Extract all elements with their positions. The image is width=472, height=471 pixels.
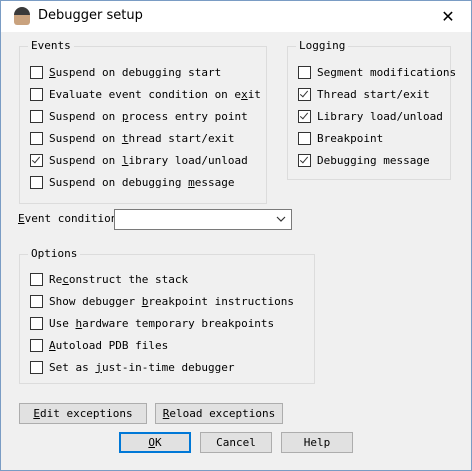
window-title: Debugger setup <box>38 8 143 23</box>
event-condition-label: Event condition <box>18 212 118 225</box>
option-autoload-pdb[interactable]: Autoload PDB files <box>30 338 168 352</box>
button-label: Cancel <box>216 436 256 449</box>
checkbox-label: Use hardware temporary breakpoints <box>49 316 275 330</box>
checkbox-label: Breakpoint <box>317 131 384 145</box>
checkbox-label: Show debugger breakpoint instructions <box>49 294 295 308</box>
log-segment-modifications[interactable]: Segment modifications <box>298 65 456 79</box>
checkbox-label: Reconstruct the stack <box>49 272 189 286</box>
button-label: Reload exceptions <box>162 407 276 420</box>
checkbox-label: Set as just-in-time debugger <box>49 360 235 374</box>
checkbox[interactable] <box>298 87 311 101</box>
help-button[interactable]: Help <box>281 432 353 453</box>
option-hardware-breakpoints[interactable]: Use hardware temporary breakpoints <box>30 316 274 330</box>
button-label: Edit exceptions <box>33 407 133 420</box>
checkbox-label: Suspend on debugging start <box>49 65 222 79</box>
events-group: Events Suspend on debugging start Evalua… <box>19 39 267 204</box>
logging-group: Logging Segment modifications Thread sta… <box>287 39 456 180</box>
option-jit-debugger[interactable]: Set as just-in-time debugger <box>30 360 234 374</box>
checkbox[interactable] <box>298 109 311 123</box>
chevron-down-icon <box>276 216 286 222</box>
checkbox[interactable] <box>30 272 43 286</box>
reload-exceptions-button[interactable]: Reload exceptions <box>155 403 283 424</box>
checkbox-label: Evaluate event condition on exit <box>49 87 261 101</box>
options-group: Options Reconstruct the stack Show debug… <box>19 247 315 384</box>
checkbox[interactable] <box>30 360 43 374</box>
checkbox-label: Thread start/exit <box>317 87 430 101</box>
event-condition-dropdown[interactable] <box>114 209 292 230</box>
checkbox[interactable] <box>30 153 43 167</box>
checkbox[interactable] <box>298 131 311 145</box>
checkbox-label: Suspend on process entry point <box>49 109 248 123</box>
event-suspend-on-library-load[interactable]: Suspend on library load/unload <box>30 153 248 167</box>
checkbox-label: Autoload PDB files <box>49 338 169 352</box>
checkbox[interactable] <box>30 175 43 189</box>
checkbox-label: Suspend on debugging message <box>49 175 235 189</box>
ok-button[interactable]: OK <box>119 432 191 453</box>
event-suspend-on-process-entry[interactable]: Suspend on process entry point <box>30 109 248 123</box>
checkbox[interactable] <box>30 294 43 308</box>
event-suspend-on-debugging-message[interactable]: Suspend on debugging message <box>30 175 234 189</box>
edit-exceptions-button[interactable]: Edit exceptions <box>19 403 147 424</box>
event-suspend-on-debugging-start[interactable]: Suspend on debugging start <box>30 65 221 79</box>
log-library-load-unload[interactable]: Library load/unload <box>298 109 443 123</box>
options-legend: Options <box>28 247 81 261</box>
title-bar: Debugger setup ✕ <box>1 1 471 32</box>
checkbox[interactable] <box>298 65 311 79</box>
log-breakpoint[interactable]: Breakpoint <box>298 131 383 145</box>
option-show-breakpoint-instructions[interactable]: Show debugger breakpoint instructions <box>30 294 294 308</box>
checkbox-label: Suspend on thread start/exit <box>49 131 235 145</box>
button-label: OK <box>148 436 162 449</box>
checkbox[interactable] <box>30 131 43 145</box>
app-avatar-icon <box>14 7 30 25</box>
cancel-button[interactable]: Cancel <box>200 432 272 453</box>
logging-legend: Logging <box>296 39 349 53</box>
close-icon: ✕ <box>441 7 455 26</box>
event-suspend-on-thread-start-exit[interactable]: Suspend on thread start/exit <box>30 131 234 145</box>
checkbox[interactable] <box>30 65 43 79</box>
button-label: Help <box>303 436 331 449</box>
events-legend: Events <box>28 39 74 53</box>
checkbox[interactable] <box>30 316 43 330</box>
checkbox-label: Suspend on library load/unload <box>49 153 248 167</box>
option-reconstruct-stack[interactable]: Reconstruct the stack <box>30 272 188 286</box>
log-debugging-message[interactable]: Debugging message <box>298 153 430 167</box>
checkbox[interactable] <box>30 109 43 123</box>
checkbox-label: Debugging message <box>317 153 430 167</box>
close-button[interactable]: ✕ <box>425 1 471 32</box>
checkbox-label: Segment modifications <box>317 65 457 79</box>
debugger-setup-dialog: Debugger setup ✕ Events Suspend on debug… <box>0 0 472 471</box>
checkbox-label: Library load/unload <box>317 109 443 123</box>
checkbox[interactable] <box>30 87 43 101</box>
checkbox[interactable] <box>30 338 43 352</box>
log-thread-start-exit[interactable]: Thread start/exit <box>298 87 430 101</box>
checkbox[interactable] <box>298 153 311 167</box>
event-evaluate-condition-on-exit[interactable]: Evaluate event condition on exit <box>30 87 261 101</box>
